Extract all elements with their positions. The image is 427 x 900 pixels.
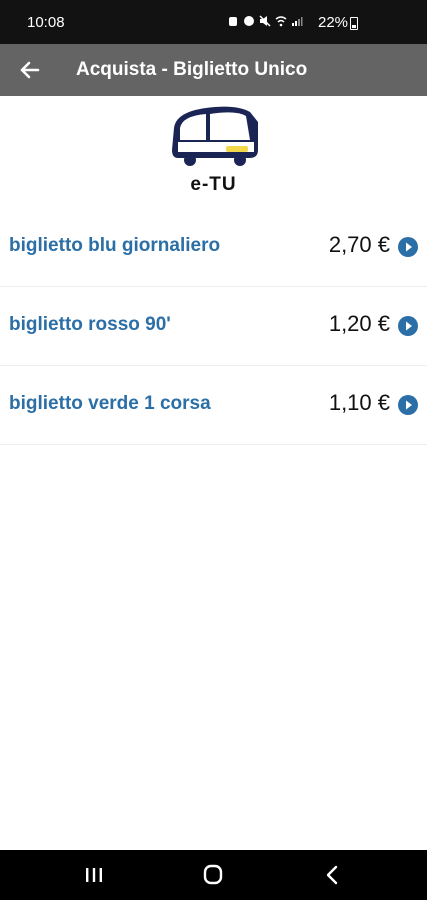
- battery-percentage: 22%: [318, 14, 349, 31]
- signal-icon: [292, 17, 303, 26]
- play-circle-icon[interactable]: [398, 395, 418, 415]
- play-circle-icon[interactable]: [398, 237, 418, 257]
- alarm-icon: [229, 17, 237, 26]
- battery-icon: [350, 17, 358, 30]
- status-bar: 10:08 22%: [0, 0, 427, 44]
- system-nav-bar: [0, 850, 427, 900]
- ticket-row-rosso[interactable]: biglietto rosso 90' 1,20 €: [0, 287, 427, 366]
- mute-icon: [259, 15, 271, 27]
- recent-apps-icon[interactable]: [79, 862, 109, 888]
- page-title: Acquista - Biglietto Unico: [76, 59, 308, 80]
- wifi-icon: [275, 16, 287, 27]
- ticket-name: biglietto verde 1 corsa: [9, 393, 211, 414]
- ticket-price: 2,70 €: [328, 232, 390, 257]
- logo-area: e-TU: [0, 96, 427, 206]
- ticket-row-blu[interactable]: biglietto blu giornaliero 2,70 €: [0, 208, 427, 287]
- status-time: 10:08: [27, 14, 65, 31]
- ticket-row-verde[interactable]: biglietto verde 1 corsa 1,10 €: [0, 366, 427, 445]
- notification-icon: [244, 16, 254, 26]
- arrow-left-icon[interactable]: [12, 54, 48, 86]
- home-icon[interactable]: [198, 862, 228, 888]
- ticket-price: 1,20 €: [328, 311, 390, 336]
- play-circle-icon[interactable]: [398, 316, 418, 336]
- status-icons: [227, 15, 303, 27]
- ticket-name: biglietto rosso 90': [9, 314, 171, 335]
- logo-text: e-TU: [190, 174, 237, 195]
- ticket-price: 1,10 €: [328, 390, 390, 415]
- ticket-list: biglietto blu giornaliero 2,70 € bigliet…: [0, 208, 427, 445]
- back-nav-icon[interactable]: [318, 862, 348, 888]
- ticket-name: biglietto blu giornaliero: [9, 235, 221, 256]
- bus-icon: [172, 106, 258, 166]
- app-bar: Acquista - Biglietto Unico: [0, 44, 427, 96]
